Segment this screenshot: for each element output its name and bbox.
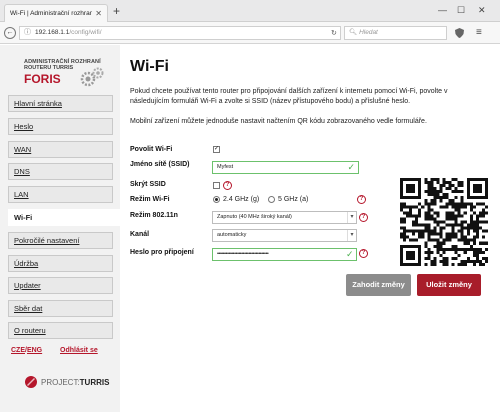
hamburger-menu-icon[interactable]: ≡ — [476, 27, 482, 38]
back-arrow-icon[interactable]: ← — [4, 27, 16, 39]
main-content: Wi-Fi Pokud chcete používat tento router… — [120, 45, 500, 412]
language-switcher: CZE/ENG — [11, 347, 42, 354]
chevron-down-icon: ▾ — [347, 230, 356, 241]
hide-ssid-checkbox[interactable] — [213, 182, 220, 189]
ssid-input[interactable]: Myfest ✓ — [212, 161, 359, 174]
project-turris-logo: PROJECT: TURRIS — [24, 375, 109, 389]
address-bar[interactable]: ⓘ 192.168.1.1/config/wifi/ — [19, 26, 341, 40]
password-value: •••••••••••••••••••••••••••••••••••• — [217, 251, 269, 257]
sidebar-item-data-collection[interactable]: Sběr dat — [8, 300, 113, 317]
maximize-icon[interactable]: ☐ — [457, 5, 465, 16]
mode-24ghz-label: 2.4 GHz (g) — [223, 196, 260, 203]
gears-icon — [80, 67, 104, 89]
lang-eng-link[interactable]: ENG — [27, 347, 42, 354]
sidebar-item-advanced[interactable]: Pokročilé nastavení — [8, 232, 113, 249]
footer-project: PROJECT: — [41, 377, 80, 387]
valid-check-icon: ✓ — [345, 249, 354, 259]
discard-changes-button[interactable]: Zahodit změny — [346, 274, 411, 296]
radio-dot — [268, 196, 275, 203]
url-path: /config/wifi/ — [69, 29, 102, 36]
sidebar-item-lan[interactable]: LAN — [8, 186, 113, 203]
browser-tab[interactable]: Wi-Fi | Administrační rozhraní… ✕ — [4, 4, 108, 22]
channel-value: automaticky — [217, 232, 247, 238]
mode-5ghz-radio[interactable]: 5 GHz (a) — [268, 196, 308, 203]
new-tab-icon[interactable]: + — [113, 4, 120, 18]
sidebar-item-password[interactable]: Heslo — [8, 118, 113, 135]
hide-ssid-help-icon[interactable]: ? — [223, 181, 232, 190]
channel-select[interactable]: automaticky ▾ — [212, 229, 357, 242]
close-tab-icon[interactable]: ✕ — [95, 9, 102, 18]
info-icon[interactable]: ⓘ — [24, 27, 31, 39]
minimize-icon[interactable]: — — [438, 5, 447, 15]
wifi-mode-label: Režim Wi-Fi — [130, 196, 170, 203]
enable-wifi-checkbox[interactable]: ✓ — [213, 146, 220, 153]
sidebar-item-home[interactable]: Hlavní stránka — [8, 95, 113, 112]
sidebar-item-about[interactable]: O routeru — [8, 322, 113, 339]
enable-wifi-label: Povolit Wi-Fi — [130, 146, 173, 153]
shield-icon[interactable] — [455, 28, 464, 40]
password-help-icon[interactable]: ? — [359, 249, 368, 258]
sidebar-item-wifi[interactable]: Wi-Fi — [8, 209, 120, 226]
footer-turris: TURRIS — [79, 377, 110, 387]
chevron-down-icon: ▾ — [347, 212, 356, 223]
password-input[interactable]: •••••••••••••••••••••••••••••••••••• ✓ — [212, 248, 357, 261]
search-icon: 🔍︎ — [349, 29, 358, 36]
qr-hint: Mobilní zařízení můžete jednoduše nastav… — [130, 118, 427, 125]
mode-80211n-value: Zapnuto (40 MHz široký kanál) — [217, 214, 292, 220]
mode-24ghz-radio[interactable]: 2.4 GHz (g) — [213, 196, 259, 203]
ssid-label: Jméno sítě (SSID) — [130, 161, 190, 168]
password-label: Heslo pro připojení — [130, 249, 194, 256]
logout-link[interactable]: Odhlásit se — [60, 347, 98, 354]
radio-dot-selected — [213, 196, 220, 203]
hide-ssid-label: Skrýt SSID — [130, 181, 166, 188]
search-input[interactable]: 🔍︎ Hledat — [344, 26, 447, 40]
channel-label: Kanál — [130, 231, 150, 238]
valid-check-icon: ✓ — [347, 162, 355, 172]
window-close-icon[interactable]: ✕ — [478, 5, 486, 16]
sidebar-item-updater[interactable]: Updater — [8, 277, 113, 294]
ssid-value: Myfest — [217, 164, 234, 170]
sidebar-item-wan[interactable]: WAN — [8, 141, 113, 158]
sidebar-item-maintenance[interactable]: Údržba — [8, 255, 113, 272]
wifi-mode-help-icon[interactable]: ? — [357, 195, 366, 204]
turris-logo-icon — [25, 376, 37, 388]
sidebar-item-dns[interactable]: DNS — [8, 163, 113, 180]
mode-5ghz-label: 5 GHz (a) — [278, 196, 309, 203]
browser-toolbar: ← ⓘ 192.168.1.1/config/wifi/ ↻ 🔍︎ Hledat… — [0, 22, 500, 44]
url-host: 192.168.1.1 — [35, 29, 70, 36]
reload-icon[interactable]: ↻ — [331, 29, 337, 37]
save-changes-button[interactable]: Uložit změny — [417, 274, 481, 296]
search-placeholder: Hledat — [359, 29, 378, 36]
sidebar: ADMINISTRAČNÍ ROZHRANÍ ROUTERU TURRIS FO… — [0, 45, 120, 412]
browser-tabbar: Wi-Fi | Administrační rozhraní… ✕ + — ☐ … — [0, 0, 500, 22]
page-description: Pokud chcete používat tento router pro p… — [130, 88, 448, 105]
browser-tab-title: Wi-Fi | Administrační rozhraní… — [10, 10, 93, 17]
wifi-qr-code — [400, 178, 488, 268]
mode-80211n-label: Režim 802.11n — [130, 212, 178, 219]
mode-80211n-help-icon[interactable]: ? — [359, 213, 368, 222]
lang-cze-link[interactable]: CZE — [11, 347, 25, 354]
page-title: Wi-Fi — [130, 58, 169, 75]
mode-80211n-select[interactable]: Zapnuto (40 MHz široký kanál) ▾ — [212, 211, 357, 224]
